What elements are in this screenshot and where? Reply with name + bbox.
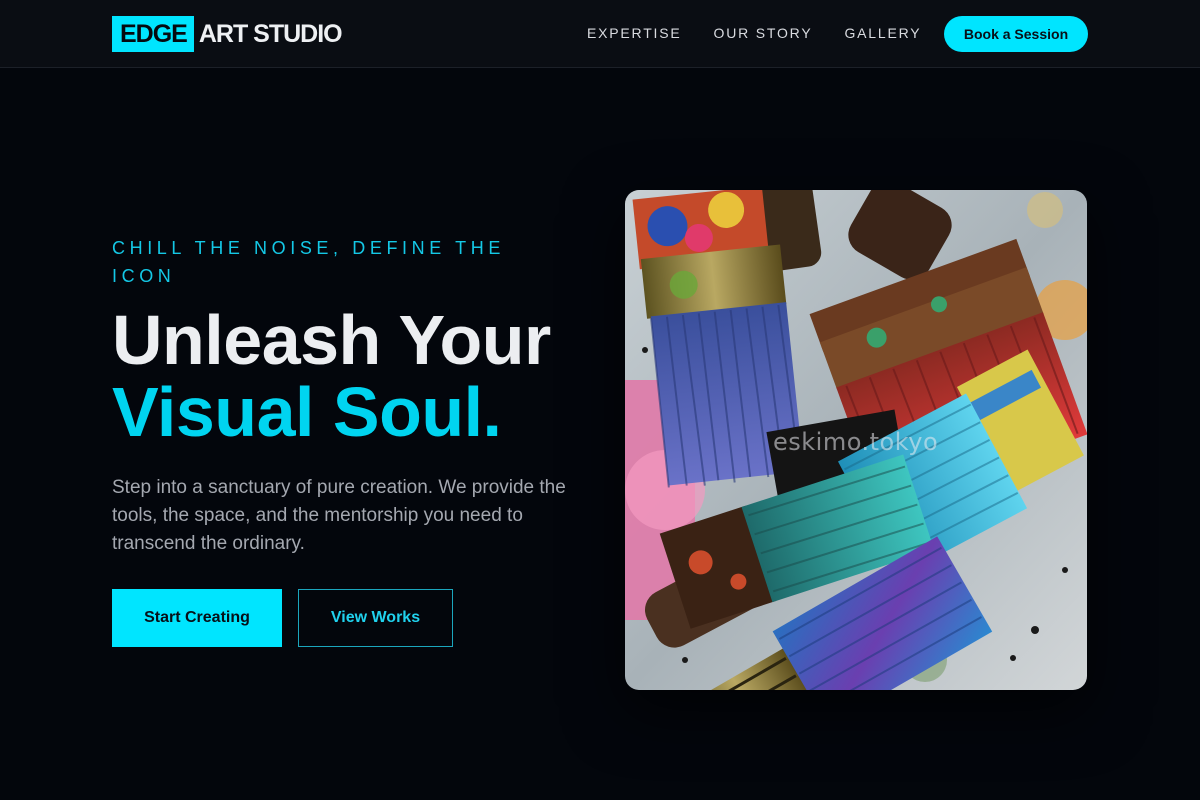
view-works-button[interactable]: View Works [298,589,453,647]
brand-logo[interactable]: EDGE ART STUDIO [112,16,343,52]
image-watermark: eskimo.tokyo [773,428,939,456]
nav-link-gallery[interactable]: GALLERY [844,25,921,41]
logo-badge: EDGE [112,16,194,52]
hero-description: Step into a sanctuary of pure creation. … [112,477,566,554]
logo-wordmark: ART STUDIO [198,19,343,48]
headline-line-1: Unleash Your [112,301,551,379]
hero-image-paintbrushes: eskimo.tokyo [625,190,1087,690]
start-creating-button[interactable]: Start Creating [112,589,282,647]
nav-link-our-story[interactable]: OUR STORY [714,25,813,41]
hero-eyebrow: CHILL THE NOISE, DEFINE THE ICON [112,238,505,286]
book-session-button[interactable]: Book a Session [944,16,1088,52]
headline-line-2: Visual Soul. [112,373,502,451]
site-header: EDGE ART STUDIO EXPERTISE OUR STORY GALL… [0,0,1200,68]
nav-link-expertise[interactable]: EXPERTISE [587,25,682,41]
main-nav: EXPERTISE OUR STORY GALLERY [587,24,953,42]
hero-headline: Unleash Your Visual Soul. [112,304,602,448]
